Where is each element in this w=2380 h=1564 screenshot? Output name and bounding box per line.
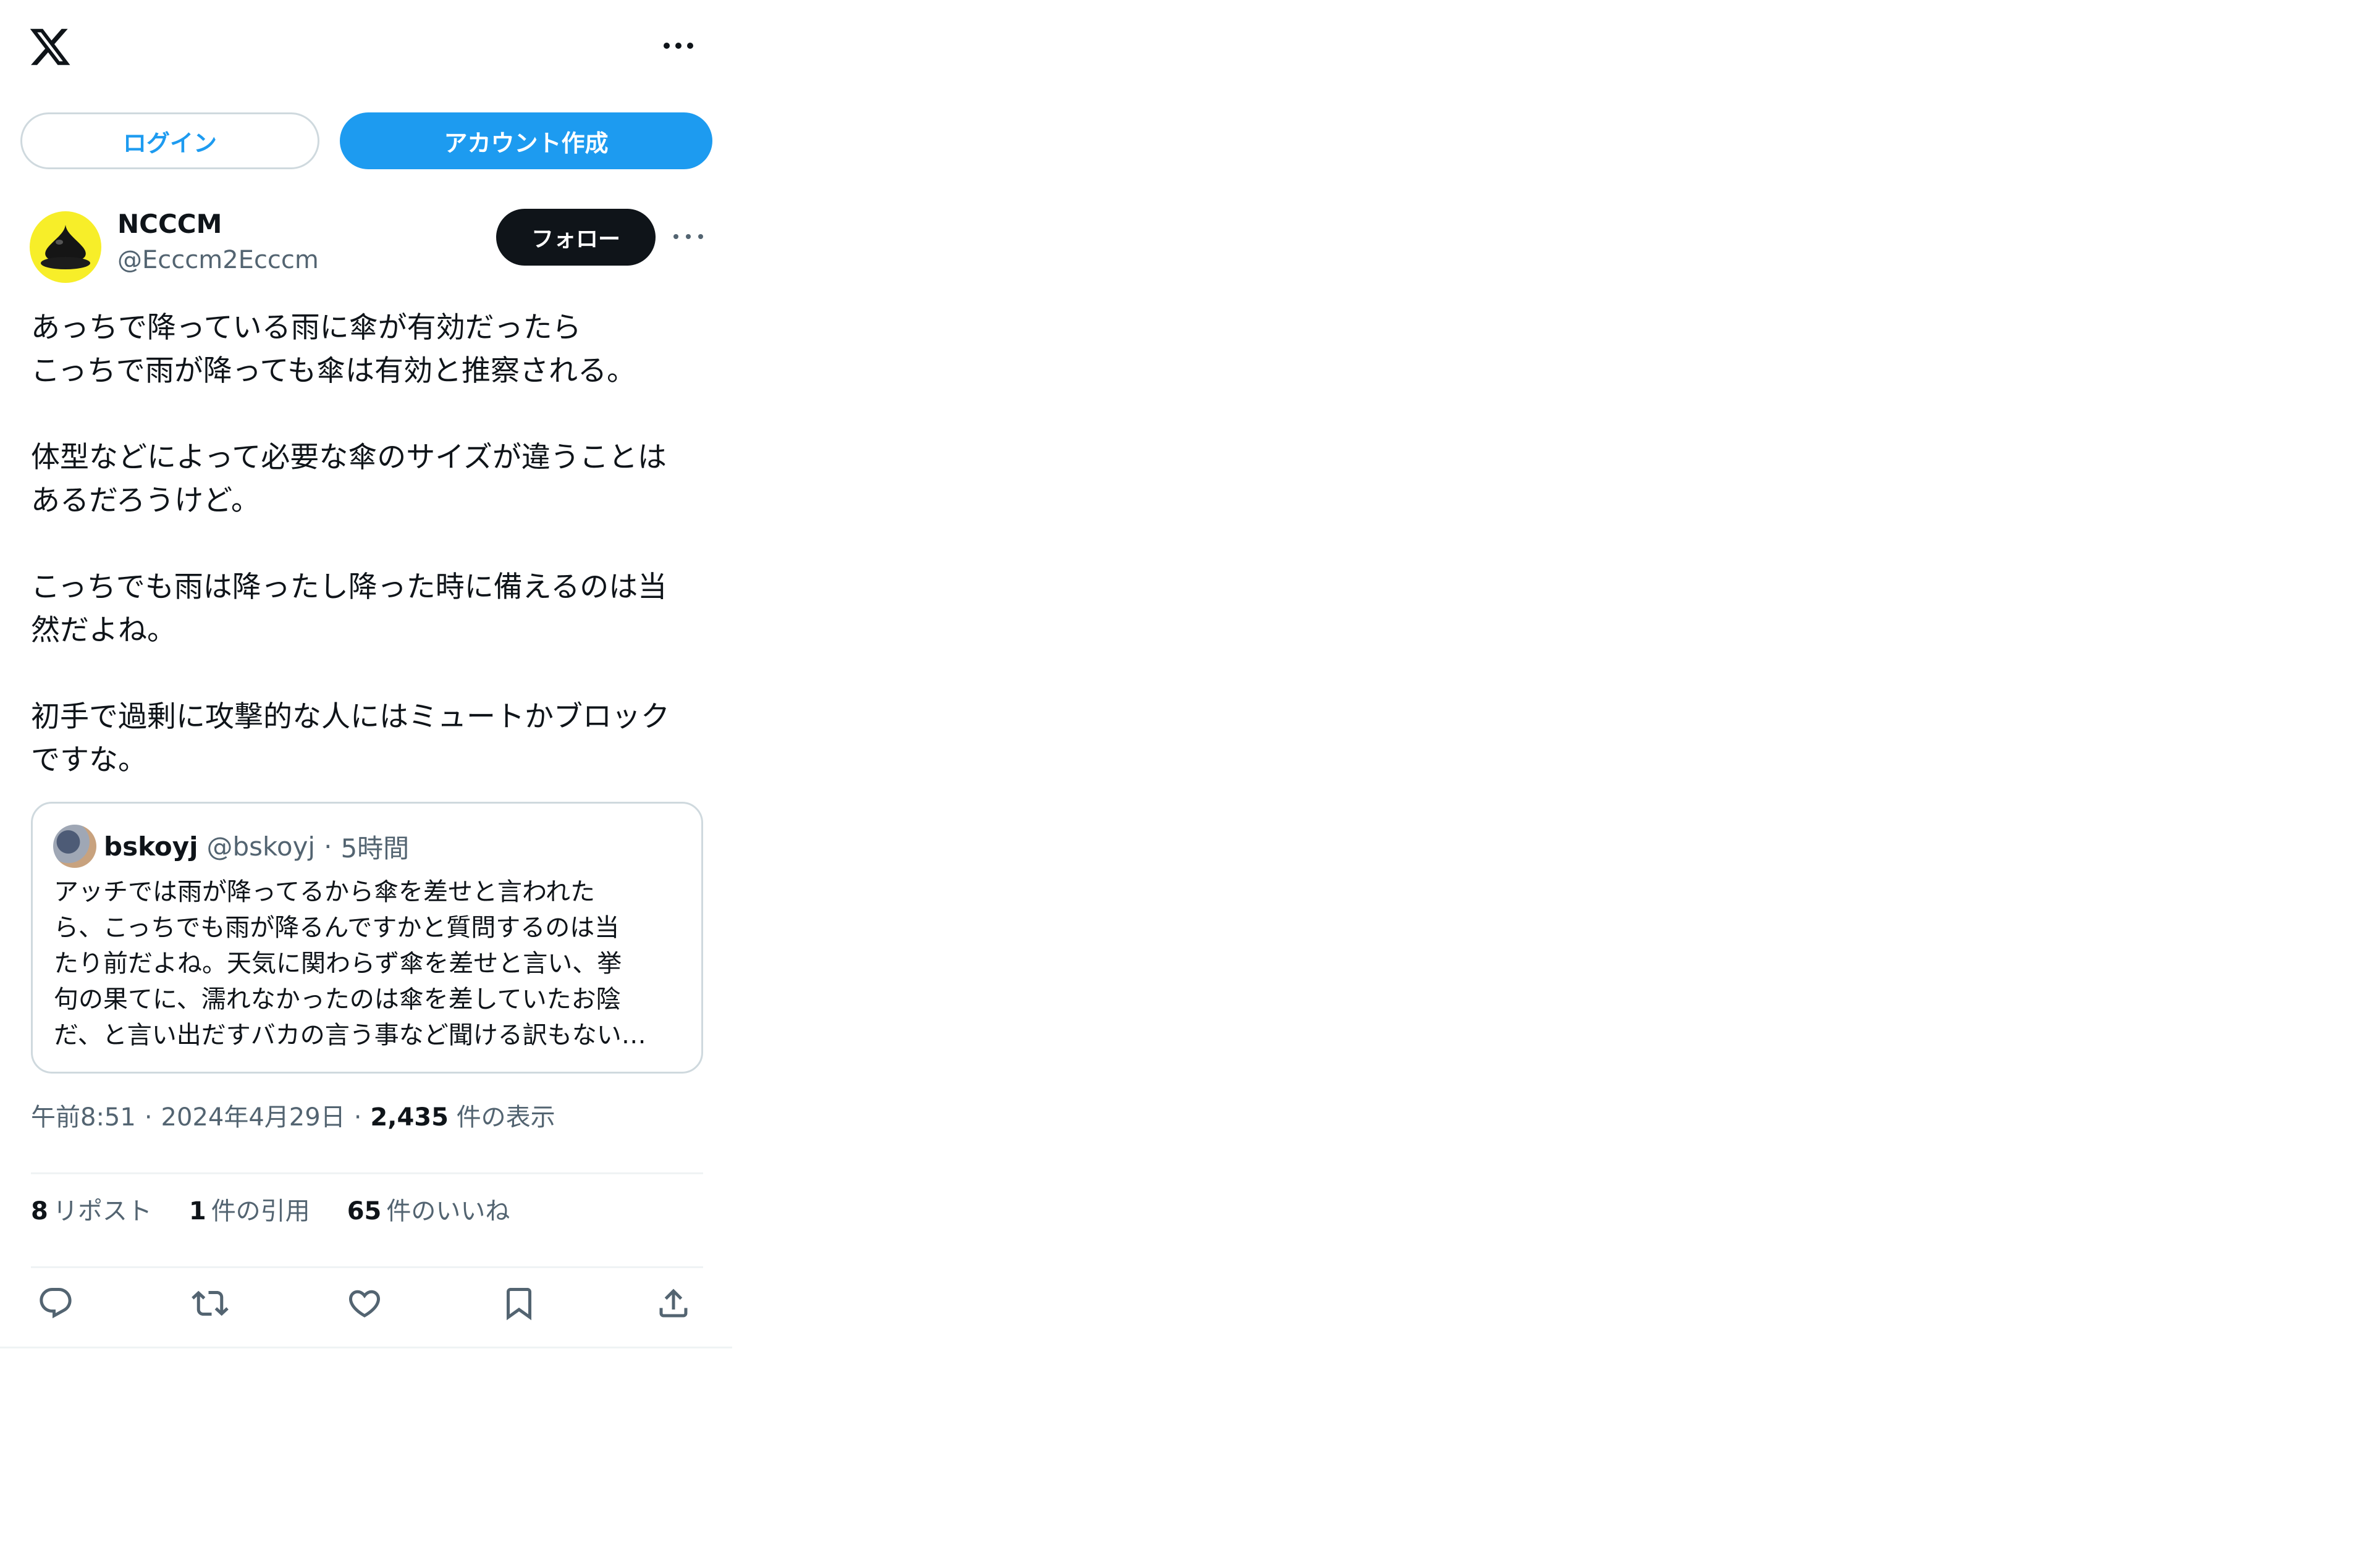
likes-label: 件のいいね — [386, 1197, 510, 1226]
quote-author-name: bskoyj — [104, 831, 198, 862]
author-name[interactable]: NCCCM — [117, 209, 222, 239]
bookmark-icon[interactable] — [494, 1279, 544, 1328]
tweet-time[interactable]: 午前8:51 — [31, 1103, 136, 1132]
views-label: 件の表示 — [456, 1103, 555, 1132]
reposts-label: リポスト — [53, 1197, 152, 1226]
tweet-paragraph: こっちでも雨は降ったし降った時に備えるのは当 然だよね。 — [31, 570, 667, 647]
tweet-text: あっちで降っている雨に傘が有効だったら こっちで雨が降っても傘は有効と推察される… — [31, 306, 711, 782]
meta-separator: · — [144, 1103, 153, 1132]
reply-icon[interactable] — [31, 1279, 80, 1328]
quote-avatar — [53, 825, 96, 868]
quote-timestamp: 5時間 — [340, 833, 410, 864]
quote-line: ら、こっちでも雨が降るんですかと質問するのは当 — [54, 914, 620, 942]
author-handle[interactable]: @Ecccm2Ecccm — [117, 246, 319, 274]
quote-text: アッチでは雨が降ってるから傘を差せと言われた ら、こっちでも雨が降るんですかと質… — [54, 874, 678, 1053]
repost-icon[interactable] — [185, 1279, 235, 1328]
divider — [31, 1172, 703, 1174]
likes-count: 65 — [347, 1197, 382, 1226]
quotes-stat[interactable]: 1 件の引用 — [189, 1191, 310, 1227]
tweet-paragraph: 体型などによって必要な傘のサイズが違うことは あるだろうけど。 — [31, 440, 667, 518]
reposts-stat[interactable]: 8 リポスト — [31, 1191, 152, 1227]
share-icon[interactable] — [649, 1279, 698, 1328]
quotes-count: 1 — [188, 1197, 206, 1226]
like-icon[interactable] — [340, 1279, 389, 1328]
likes-stat[interactable]: 65 件のいいね — [347, 1191, 510, 1227]
more-icon[interactable] — [673, 227, 703, 246]
tweet-paragraph: 初手で過剰に攻撃的な人にはミュートかブロック ですな。 — [31, 700, 670, 777]
tweet-date[interactable]: 2024年4月29日 — [161, 1103, 345, 1132]
meta-separator: · — [353, 1103, 362, 1132]
follow-button[interactable]: フォロー — [496, 209, 656, 266]
quotes-label: 件の引用 — [211, 1197, 310, 1226]
login-button[interactable]: ログイン — [20, 112, 319, 169]
views-count: 2,435 — [370, 1103, 449, 1132]
tweet-paragraph: あっちで降っている雨に傘が有効だったら こっちで雨が降っても傘は有効と推察される… — [31, 311, 636, 388]
divider — [31, 1266, 703, 1268]
action-bar — [31, 1279, 704, 1335]
quote-line: だ、と言い出だすバカの言う事など聞ける訳もない… — [54, 1021, 646, 1049]
quote-separator: · — [324, 831, 332, 862]
more-options-icon[interactable] — [660, 36, 697, 56]
quote-author-handle: @bskoyj — [206, 831, 316, 862]
tweet-stats: 8 リポスト 1 件の引用 65 件のいいね — [31, 1191, 547, 1227]
x-logo[interactable] — [28, 25, 72, 69]
card-bottom-border — [0, 1347, 732, 1348]
quote-line: たり前だよね。天気に関わらず傘を差せと言い、挙 — [54, 949, 622, 978]
quoted-tweet[interactable]: bskoyj @bskoyj · 5時間 アッチでは雨が降ってるから傘を差せと言… — [31, 802, 703, 1074]
tweet-card: ログイン アカウント作成 NCCCM @Ecccm2Ecccm フォロー あっち… — [0, 0, 732, 1353]
reposts-count: 8 — [31, 1197, 48, 1226]
create-account-button[interactable]: アカウント作成 — [340, 112, 712, 169]
quote-header: bskoyj @bskoyj · 5時間 — [53, 825, 409, 868]
quote-line: アッチでは雨が降ってるから傘を差せと言われた — [54, 878, 595, 906]
avatar[interactable] — [30, 211, 101, 283]
tweet-meta: 午前8:51 · 2024年4月29日 · 2,435 件の表示 — [31, 1097, 555, 1133]
quote-line: 句の果てに、濡れなかったのは傘を差していたお陰 — [54, 985, 621, 1014]
